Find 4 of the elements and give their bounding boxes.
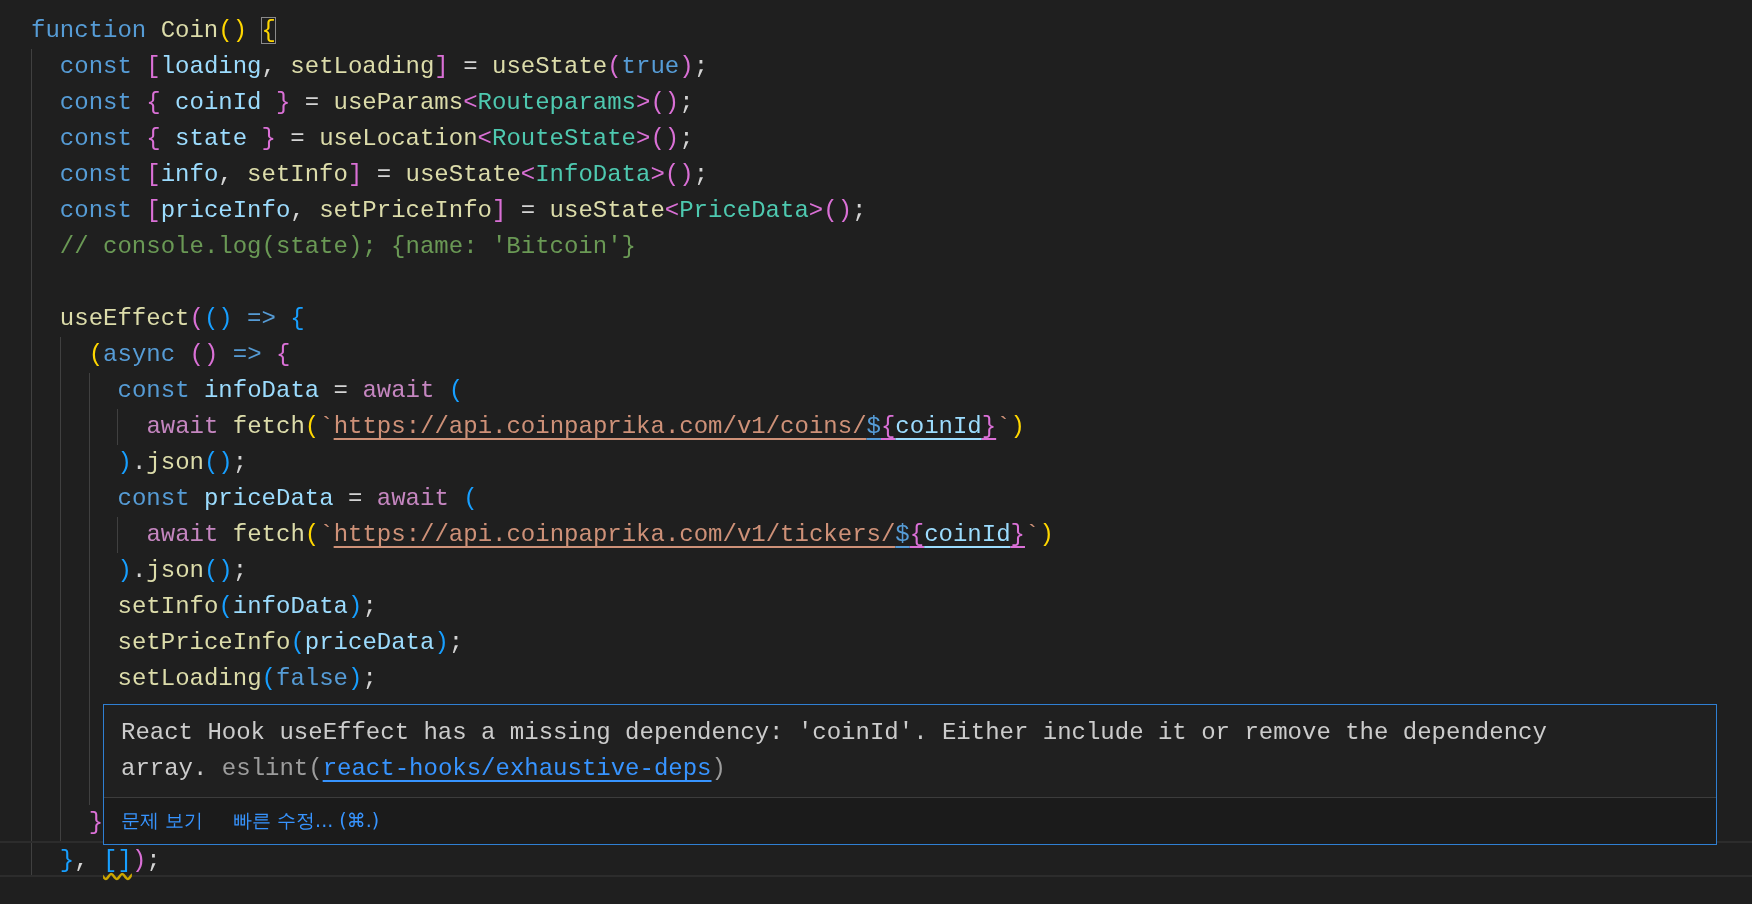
diagnostic-message: React Hook useEffect has a missing dependency: 'coinId'. Either include it or remove the dependency array. eslint(react-hooks/exhaustive-deps) (120, 718, 1548, 784)
rule-link[interactable]: react-hooks/exhaustive-deps (322, 755, 712, 782)
hover-action-link[interactable]: 문제 보기 (121, 808, 204, 834)
hover-action-link[interactable]: 빠른 수정... (⌘.) (233, 808, 380, 834)
